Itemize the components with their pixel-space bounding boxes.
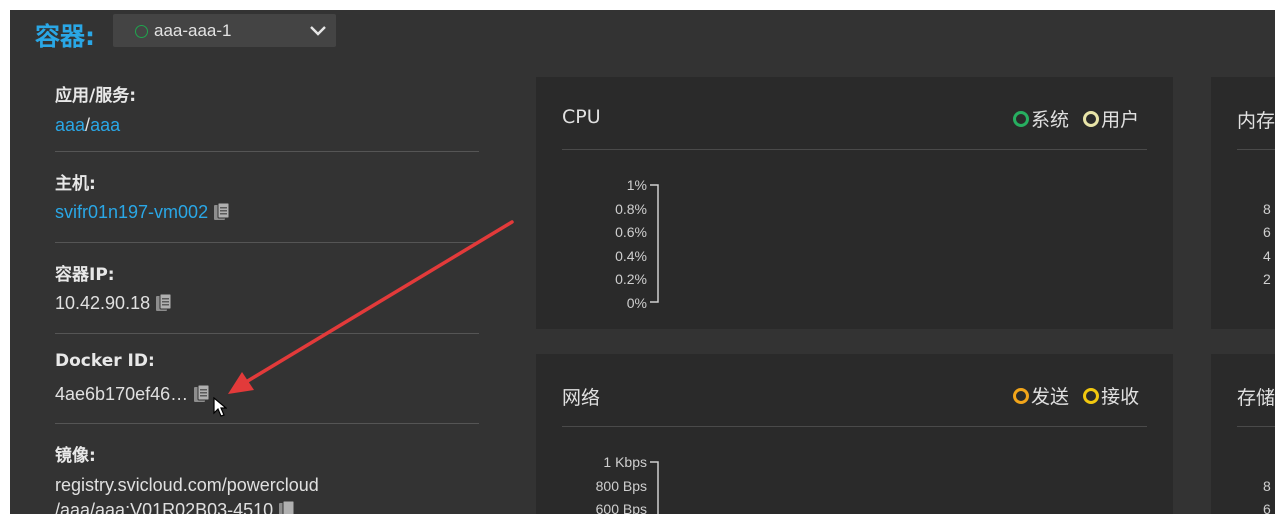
legend-ring-icon xyxy=(1083,388,1100,404)
network-legend: 发送 接收 xyxy=(1005,382,1139,409)
y-tick-label: 1% xyxy=(626,177,647,193)
y-tick-label: 0.8% xyxy=(615,201,647,217)
status-circle-icon xyxy=(135,25,148,38)
y-tick-label: 6 xyxy=(1263,501,1271,514)
memory-panel-title: 内存 xyxy=(1237,110,1275,132)
y-tick-label: 8 xyxy=(1263,201,1271,217)
y-tick-label: 0.6% xyxy=(615,224,647,240)
y-tick-label: 4 xyxy=(1263,248,1271,264)
legend-item-receive[interactable]: 接收 xyxy=(1083,382,1139,409)
image-value-line2: /aaa/aaa:V01R02B03-4510 xyxy=(55,500,295,514)
legend-label: 用户 xyxy=(1101,109,1140,131)
legend-item-system[interactable]: 系统 xyxy=(1013,105,1069,132)
network-panel: 网络 发送 接收 1 Kbps 800 Bps 600 Bps xyxy=(536,354,1173,514)
y-tick-label: 0.2% xyxy=(615,271,647,287)
y-tick-label: 1 Kbps xyxy=(603,454,647,470)
legend-label: 系统 xyxy=(1031,109,1070,131)
container-ip-label: 容器IP: xyxy=(55,265,115,285)
copy-icon[interactable] xyxy=(193,384,210,403)
legend-item-send[interactable]: 发送 xyxy=(1013,382,1069,409)
container-select[interactable]: aaa-aaa-1 xyxy=(113,14,336,47)
image-label: 镜像: xyxy=(55,446,96,466)
host-section: 主机: svifr01n197-vm002 xyxy=(55,152,479,243)
legend-ring-icon xyxy=(1013,111,1029,127)
container-ip-text: 10.42.90.18 xyxy=(55,293,151,313)
chevron-down-icon[interactable] xyxy=(309,25,327,37)
header: 容器: aaa-aaa-1 xyxy=(10,10,1275,58)
app-service-value: aaa/aaa xyxy=(55,115,120,136)
copy-icon[interactable] xyxy=(278,500,295,514)
docker-id-text: 4ae6b170ef46… xyxy=(55,384,189,404)
panel-divider xyxy=(562,426,1147,427)
docker-id-label: Docker ID: xyxy=(55,351,155,371)
image-tag-text: /aaa/aaa:V01R02B03-4510 xyxy=(55,500,274,514)
container-ip-value: 10.42.90.18 xyxy=(55,293,172,314)
y-tick-label: 0% xyxy=(626,295,647,311)
container-select-value: aaa-aaa-1 xyxy=(154,21,232,40)
panel-divider xyxy=(562,149,1147,150)
y-tick-label: 2 xyxy=(1263,271,1271,287)
host-label: 主机: xyxy=(55,174,96,194)
image-value-line1: registry.svicloud.com/powercloud xyxy=(55,475,319,495)
image-section: 镜像: registry.svicloud.com/powercloud /aa… xyxy=(55,424,479,514)
docker-id-value: 4ae6b170ef46… xyxy=(55,384,210,405)
network-panel-title: 网络 xyxy=(562,387,601,409)
cpu-legend: 系统 用户 xyxy=(1005,105,1139,132)
app-window: 容器: aaa-aaa-1 应用/服务: aaa/aaa 主机: svifr01… xyxy=(10,10,1275,514)
container-ip-section: 容器IP: 10.42.90.18 xyxy=(55,243,479,334)
y-tick-label: 8 xyxy=(1263,478,1271,494)
cpu-y-axis xyxy=(650,184,659,303)
service-link[interactable]: aaa xyxy=(90,115,120,135)
network-y-axis xyxy=(650,461,659,514)
y-tick-label: 600 Bps xyxy=(595,501,647,514)
y-tick-label: 800 Bps xyxy=(595,478,647,494)
storage-panel-title: 存储 xyxy=(1237,387,1275,409)
storage-panel: 存储 8 6 xyxy=(1211,354,1275,514)
cpu-panel: CPU 系统 用户 1% 0.8% 0.6% 0.4% 0.2% 0% xyxy=(536,77,1173,329)
memory-panel: 内存 8 6 4 2 xyxy=(1211,77,1275,329)
app-service-section: 应用/服务: aaa/aaa xyxy=(55,74,479,152)
docker-id-section: Docker ID: 4ae6b170ef46… xyxy=(55,334,479,424)
app-service-label: 应用/服务: xyxy=(55,86,137,106)
cpu-panel-title: CPU xyxy=(562,106,601,128)
copy-icon[interactable] xyxy=(213,202,230,221)
container-info: 应用/服务: aaa/aaa 主机: svifr01n197-vm002 容器I… xyxy=(55,74,479,514)
copy-icon[interactable] xyxy=(155,293,172,312)
host-link[interactable]: svifr01n197-vm002 xyxy=(55,202,208,222)
y-tick-label: 0.4% xyxy=(615,248,647,264)
y-tick-label: 6 xyxy=(1263,224,1271,240)
legend-item-user[interactable]: 用户 xyxy=(1083,105,1139,132)
legend-ring-icon xyxy=(1083,111,1100,127)
panel-divider xyxy=(1237,149,1275,150)
container-title: 容器: xyxy=(35,22,95,51)
legend-ring-icon xyxy=(1013,388,1029,404)
mouse-cursor-icon xyxy=(213,397,227,417)
app-link[interactable]: aaa xyxy=(55,115,85,135)
legend-label: 接收 xyxy=(1101,386,1140,408)
host-value: svifr01n197-vm002 xyxy=(55,202,230,223)
panel-divider xyxy=(1237,426,1275,427)
legend-label: 发送 xyxy=(1031,386,1070,408)
